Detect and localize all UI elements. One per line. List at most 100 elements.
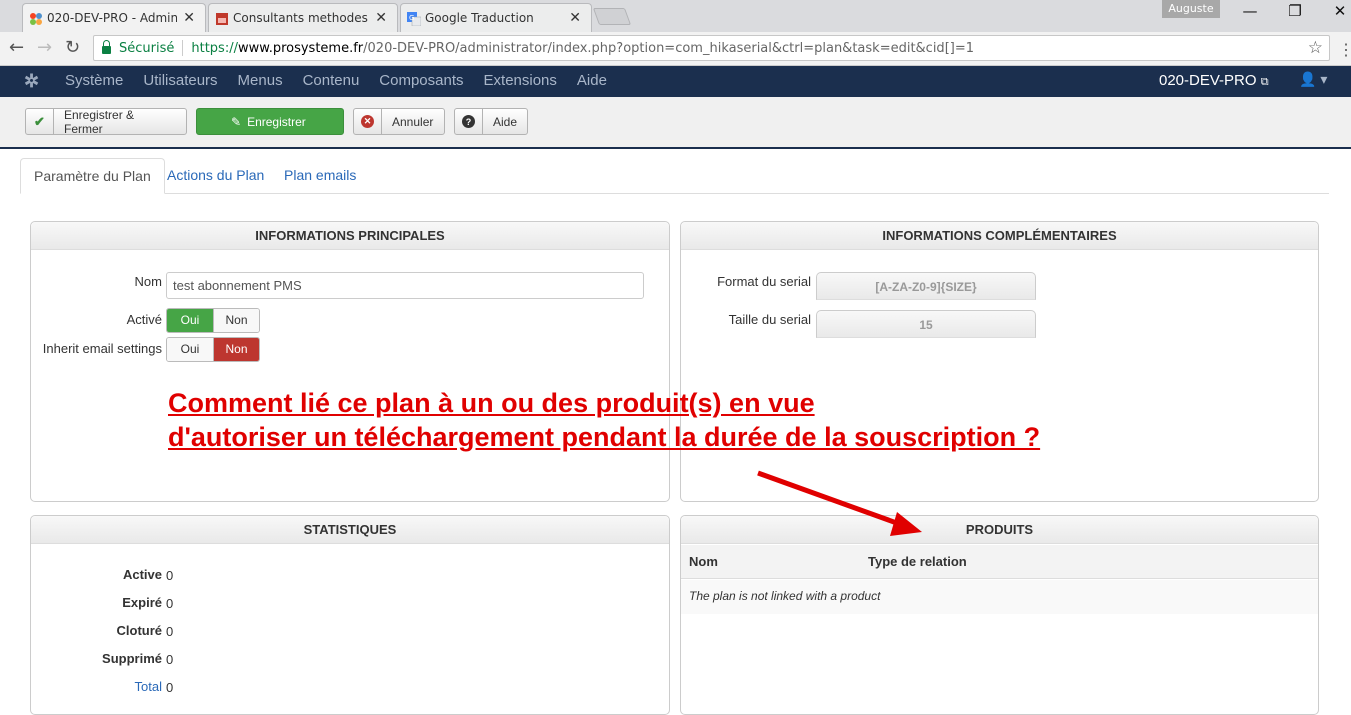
svg-text:G: G	[409, 14, 414, 22]
action-toolbar: ✔ Enregistrer & Fermer ✎ Enregistrer ✕ A…	[0, 97, 1351, 149]
check-icon: ✔	[26, 109, 54, 134]
save-label: Enregistrer	[247, 114, 306, 129]
annotation-line-2: d'autoriser un téléchargement pendant la…	[168, 422, 1041, 452]
tab-plan-emails[interactable]: Plan emails	[271, 158, 369, 194]
admin-menu: Système Utilisateurs Menus Contenu Compo…	[65, 72, 627, 89]
menu-item-systeme[interactable]: Système	[65, 72, 123, 89]
inherit-no-option[interactable]: Non	[213, 338, 259, 361]
menu-item-utilisateurs[interactable]: Utilisateurs	[143, 72, 217, 89]
admin-top-menu: ✲ Système Utilisateurs Menus Contenu Com…	[0, 66, 1351, 97]
products-title: PRODUITS	[681, 516, 1318, 544]
browser-tab-title: 020-DEV-PRO - Administ	[47, 11, 178, 25]
close-tab-icon[interactable]: ✕	[183, 10, 195, 26]
stat-total-value: 0	[166, 680, 174, 695]
reload-icon[interactable]: ↻	[65, 37, 80, 58]
secure-label: Sécurisé	[119, 40, 175, 56]
active-label: Activé	[126, 312, 162, 327]
col-name-header: Nom	[689, 554, 718, 569]
site-name: 020-DEV-PRO	[1159, 72, 1257, 89]
stat-active-label: Active	[122, 567, 162, 582]
profile-badge[interactable]: Auguste	[1162, 0, 1220, 18]
close-tab-icon[interactable]: ✕	[569, 10, 581, 26]
name-label: Nom	[134, 274, 162, 289]
browser-tab-title: Google Traduction	[425, 11, 534, 25]
serial-format-field[interactable]: [a-zA-Z0-9]{size}	[816, 272, 1036, 300]
browser-tab-consultants[interactable]: Consultants methodes in ✕	[208, 3, 398, 32]
google-translate-icon: G	[407, 12, 422, 27]
serial-size-label: Taille du serial	[728, 312, 811, 327]
forward-arrow-icon[interactable]: →	[37, 37, 52, 58]
new-tab-button[interactable]	[592, 8, 632, 25]
divider	[182, 40, 184, 56]
browser-tab-google-translate[interactable]: G Google Traduction ✕	[400, 3, 592, 32]
inherit-email-label: Inherit email settings	[42, 341, 162, 356]
url-path: /020-DEV-PRO/administrator/index.php?opt…	[363, 40, 974, 56]
url-host: www.prosysteme.fr	[237, 40, 364, 56]
user-menu-icon[interactable]: 👤 ▾	[1299, 71, 1327, 88]
stat-closed-value: 0	[166, 624, 174, 639]
table-row: The plan is not linked with a product	[681, 580, 1318, 614]
empty-products-message: The plan is not linked with a product	[689, 589, 881, 603]
inherit-email-toggle[interactable]: Oui Non	[166, 337, 260, 362]
browser-tab-admin[interactable]: 020-DEV-PRO - Administ ✕	[22, 3, 206, 32]
cancel-icon: ✕	[354, 109, 382, 134]
main-info-title: INFORMATIONS PRINCIPALES	[31, 222, 669, 250]
minimize-icon[interactable]: —	[1227, 2, 1273, 20]
inherit-yes-option[interactable]: Oui	[167, 338, 213, 361]
serial-size-field[interactable]: 15	[816, 310, 1036, 338]
menu-item-aide[interactable]: Aide	[577, 72, 607, 89]
cancel-button[interactable]: ✕ Annuler	[353, 108, 445, 135]
edit-icon: ✎	[231, 114, 242, 129]
stat-closed-label: Cloturé	[116, 623, 163, 638]
help-icon: ?	[455, 109, 483, 134]
active-yes-option[interactable]: Oui	[167, 309, 213, 332]
annotation-text: Comment lié ce plan à un ou des produit(…	[168, 386, 1040, 454]
stat-expired-value: 0	[166, 596, 174, 611]
stat-active-value: 0	[166, 568, 174, 583]
restore-icon[interactable]: ❐	[1272, 2, 1318, 20]
help-button[interactable]: ? Aide	[454, 108, 528, 135]
serial-format-label: Format du serial	[717, 274, 811, 289]
extra-info-panel: INFORMATIONS COMPLÉMENTAIRES Format du s…	[680, 221, 1319, 502]
site-link[interactable]: 020-DEV-PRO ⧉	[1159, 72, 1269, 89]
save-button[interactable]: ✎ Enregistrer	[196, 108, 344, 135]
browser-menu-icon[interactable]: ⋮	[1338, 40, 1351, 60]
col-relation-header: Type de relation	[868, 554, 967, 569]
stat-total-label[interactable]: Total	[22, 679, 162, 694]
main-info-panel: INFORMATIONS PRINCIPALES Nom test abonne…	[30, 221, 670, 502]
stat-deleted-label: Supprimé	[102, 651, 162, 666]
save-close-button[interactable]: ✔ Enregistrer & Fermer	[25, 107, 187, 136]
bookmark-star-icon[interactable]: ☆	[1308, 38, 1323, 58]
browser-toolbar: ← → ↻ Sécurisé https:// www.prosysteme.f…	[0, 32, 1351, 66]
stats-panel: STATISTIQUES Active 0 Expiré 0 Cloturé 0…	[30, 515, 670, 715]
joomla-logo-icon[interactable]: ✲	[24, 72, 42, 90]
joomla-favicon-icon	[29, 12, 43, 26]
browser-tab-strip: 020-DEV-PRO - Administ ✕ Consultants met…	[0, 0, 1351, 32]
stat-deleted-value: 0	[166, 652, 174, 667]
close-window-icon[interactable]: ✕	[1317, 2, 1351, 20]
active-toggle[interactable]: Oui Non	[166, 308, 260, 333]
menu-item-menus[interactable]: Menus	[238, 72, 283, 89]
browser-tab-title: Consultants methodes in	[233, 11, 370, 25]
menu-item-contenu[interactable]: Contenu	[303, 72, 360, 89]
annotation-line-1: Comment lié ce plan à un ou des produit(…	[168, 388, 815, 418]
tab-actions-plan[interactable]: Actions du Plan	[154, 158, 277, 194]
active-no-option[interactable]: Non	[213, 309, 259, 332]
lock-icon	[102, 40, 111, 54]
help-label: Aide	[492, 114, 517, 129]
close-tab-icon[interactable]: ✕	[375, 10, 387, 26]
url-scheme: https://	[191, 40, 238, 56]
cancel-label: Annuler	[392, 114, 434, 129]
tab-parametre-plan[interactable]: Paramètre du Plan	[20, 158, 165, 194]
menu-item-composants[interactable]: Composants	[379, 72, 463, 89]
stats-title: STATISTIQUES	[31, 516, 669, 544]
save-close-label: Enregistrer & Fermer	[64, 107, 135, 136]
products-panel: PRODUITS Nom Type de relation The plan i…	[680, 515, 1319, 715]
page-favicon-icon	[215, 12, 229, 26]
products-table-header: Nom Type de relation	[681, 545, 1318, 579]
address-bar[interactable]: Sécurisé https:// www.prosysteme.fr /020…	[93, 35, 1330, 61]
name-field[interactable]: test abonnement PMS	[166, 272, 644, 299]
back-arrow-icon[interactable]: ←	[9, 37, 24, 58]
external-link-icon: ⧉	[1260, 76, 1269, 88]
menu-item-extensions[interactable]: Extensions	[484, 72, 557, 89]
